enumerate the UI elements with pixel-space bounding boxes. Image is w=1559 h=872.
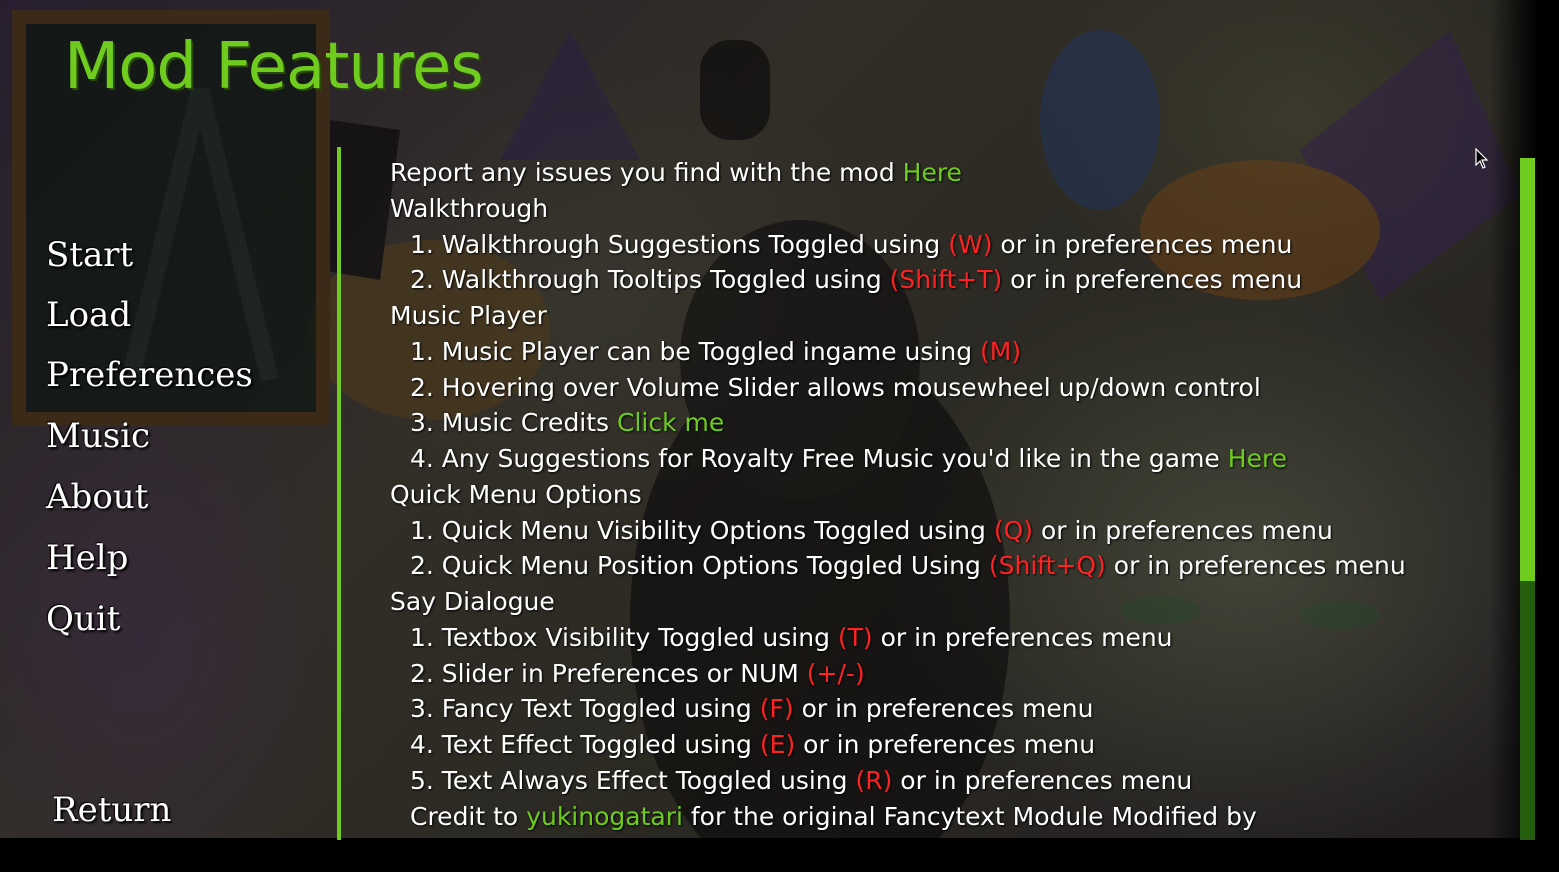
text-segment: or in preferences menu [1002,265,1303,295]
text-segment: or in preferences menu [793,694,1094,724]
nav-load[interactable]: Load [46,295,131,335]
nav-quit[interactable]: Quit [46,599,120,639]
text-segment: 3. Fancy Text Toggled using [410,694,760,724]
key-binding: (Shift+T) [889,265,1003,295]
text-segment: or in preferences menu [1033,515,1333,545]
nav-music[interactable]: Music [46,416,150,456]
text-segment: Say Dialogue [390,587,555,616]
text-segment: or in preferences menu [1105,551,1406,581]
feature-item: 1. Walkthrough Suggestions Toggled using… [390,227,1505,263]
text-segment: 2. Slider in Preferences or NUM [410,658,807,688]
text-segment: Walkthrough [390,193,549,223]
game-screen: Mod Features Start Load Preferences Musi… [0,0,1559,872]
mod-features-list: Report any issues you find with the mod … [390,155,1505,840]
content-divider [337,147,341,840]
key-binding: (F) [759,694,794,724]
feature-item: 1. Textbox Visibility Toggled using (T) … [390,620,1505,656]
feature-item: 3. Music Credits Click me [390,405,1505,441]
mouse-pointer-icon [1475,148,1489,169]
inline-link[interactable]: yukinogatari [526,802,683,831]
text-segment: or in preferences menu [992,229,1293,259]
scrollbar-thumb[interactable] [1520,158,1535,581]
nav-about[interactable]: About [46,477,148,517]
key-binding: (R) [855,765,893,795]
nav-start[interactable]: Start [46,235,133,275]
text-segment: 1. Music Player can be Toggled ingame us… [410,336,981,366]
inline-link[interactable]: Here [903,158,962,187]
inline-link[interactable]: Click me [617,408,724,437]
nav-preferences[interactable]: Preferences [46,355,253,395]
key-binding: (+/-) [806,658,865,688]
text-segment: 5. Text Always Effect Toggled using [410,765,856,795]
text-segment: 3. Music Credits [410,408,618,438]
text-segment: Credit to [410,801,527,831]
feature-item: 4. Any Suggestions for Royalty Free Musi… [390,441,1505,477]
text-segment: or in preferences menu [872,622,1173,652]
text-segment: Report any issues you find with the mod [390,158,903,187]
feature-item: 2. Quick Menu Position Options Toggled U… [390,548,1505,584]
key-binding: (T) [837,622,873,652]
feature-item: 2. Walkthrough Tooltips Toggled using (S… [390,262,1505,298]
feature-item: 2. Slider in Preferences or NUM (+/-) [390,656,1505,692]
text-segment: Music Player [390,301,547,330]
key-binding: (M) [980,336,1022,366]
text-segment: 4. Any Suggestions for Royalty Free Musi… [410,444,1228,473]
page-title: Mod Features [64,30,484,104]
text-segment: 2. Quick Menu Position Options Toggled U… [410,551,989,581]
section-heading: Music Player [390,298,1505,334]
screen-bottom-edge [0,838,1559,872]
text-segment: 1. Textbox Visibility Toggled using [410,622,838,652]
text-segment: 1. Quick Menu Visibility Options Toggled… [410,515,994,545]
key-binding: (E) [759,730,796,759]
feature-item: 1. Quick Menu Visibility Options Toggled… [390,513,1505,549]
text-segment: for the original Fancytext Module Modifi… [682,801,1257,831]
text-segment: or in preferences menu [795,730,1096,759]
feature-item: 4. Text Effect Toggled using (E) or in p… [390,727,1505,763]
text-segment: 2. Walkthrough Tooltips Toggled using [410,265,890,295]
feature-item: 5. Text Always Effect Toggled using (R) … [390,763,1505,799]
key-binding: (Shift+Q) [988,551,1106,581]
key-binding: (Q) [993,515,1034,545]
section-heading: Say Dialogue [390,584,1505,620]
text-segment: or in preferences menu [892,765,1193,795]
credit-line: Credit to yukinogatari for the original … [390,799,1505,835]
feature-item: 1. Music Player can be Toggled ingame us… [390,334,1505,370]
text-segment: 1. Walkthrough Suggestions Toggled using [410,229,949,259]
feature-item: 3. Fancy Text Toggled using (F) or in pr… [390,691,1505,727]
section-heading: Walkthrough [390,191,1505,227]
text-segment: Quick Menu Options [390,479,642,509]
nav-help[interactable]: Help [46,538,128,578]
key-binding: (W) [948,229,993,259]
text-segment: 2. Hovering over Volume Slider allows mo… [410,372,1261,402]
text-segment: 4. Text Effect Toggled using [410,730,760,759]
report-issues-line: Report any issues you find with the mod … [390,155,1505,191]
inline-link[interactable]: Here [1228,444,1287,473]
feature-item: 2. Hovering over Volume Slider allows mo… [390,370,1505,406]
return-button[interactable]: Return [52,790,171,830]
section-heading: Quick Menu Options [390,477,1505,513]
